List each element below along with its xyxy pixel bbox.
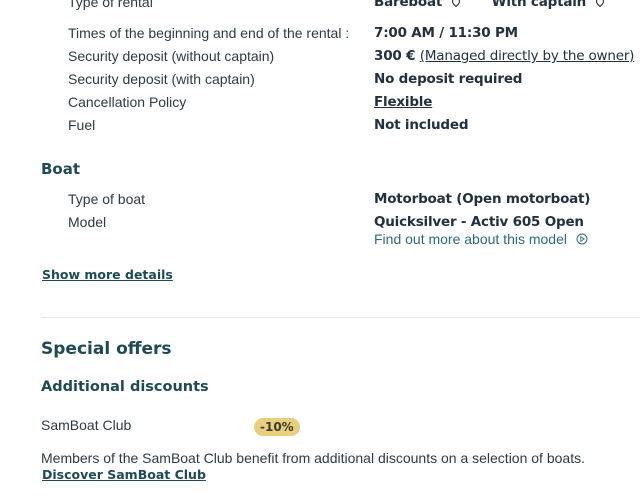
rental-type-label: Type of rental [68, 0, 153, 10]
model-info-link-text: Find out more about this model [374, 231, 567, 247]
discount-badge: -10% [254, 418, 300, 436]
fuel-value: Not included [374, 117, 469, 133]
cancellation-row: Cancellation Policy Flexible [68, 94, 640, 116]
section-divider [41, 317, 640, 318]
discover-club-link[interactable]: Discover SamBoat Club [42, 467, 206, 482]
deposit-no-captain-label: Security deposit (without captain) [68, 48, 275, 64]
samboat-club-label: SamBoat Club [41, 417, 132, 433]
rental-times-value: 7:00 AM / 11:30 PM [374, 25, 518, 41]
bareboat-label: Bareboat [374, 0, 443, 10]
deposit-owner-note[interactable]: (Managed directly by the owner) [420, 48, 635, 64]
fuel-label: Fuel [68, 117, 96, 133]
with-captain-label: With captain [491, 0, 587, 10]
cancellation-link[interactable]: Flexible [374, 94, 432, 110]
fuel-row: Fuel Not included [68, 117, 640, 139]
additional-discounts-heading: Additional discounts [41, 379, 209, 395]
rental-times-row: Times of the beginning and end of the re… [68, 25, 640, 47]
boat-type-value: Motorboat (Open motorboat) [374, 191, 591, 207]
show-more-details-link[interactable]: Show more details [42, 267, 173, 282]
boat-heading: Boat [41, 160, 81, 178]
deposit-captain-row: Security deposit (with captain) No depos… [68, 71, 640, 93]
model-info-link[interactable]: Find out more about this model [374, 231, 588, 247]
boat-type-label: Type of boat [68, 191, 146, 207]
rental-type-value: Bareboat With captain [374, 0, 605, 10]
deposit-no-captain-value: 300 € (Managed directly by the owner) [374, 48, 634, 64]
rental-times-label: Times of the beginning and end of the re… [68, 25, 350, 41]
deposit-no-captain-row: Security deposit (without captain) 300 €… [68, 48, 640, 70]
cancellation-label: Cancellation Policy [68, 94, 187, 110]
deposit-amount: 300 € [374, 48, 416, 64]
boat-type-row: Type of boat Motorboat (Open motorboat) [68, 191, 640, 213]
boat-model-label: Model [68, 214, 107, 230]
boat-model-row: Model Quicksilver - Activ 605 Open Find … [68, 214, 640, 254]
rental-type-row: Type of rental Bareboat With captain [68, 0, 640, 16]
deposit-captain-label: Security deposit (with captain) [68, 71, 255, 87]
info-pin-icon[interactable] [595, 0, 605, 7]
play-circle-icon [576, 233, 588, 245]
club-description: Members of the SamBoat Club benefit from… [41, 450, 585, 466]
boat-model-value: Quicksilver - Activ 605 Open [374, 214, 584, 230]
special-offers-heading: Special offers [41, 339, 172, 359]
info-pin-icon[interactable] [451, 0, 461, 7]
deposit-captain-value: No deposit required [374, 71, 523, 87]
